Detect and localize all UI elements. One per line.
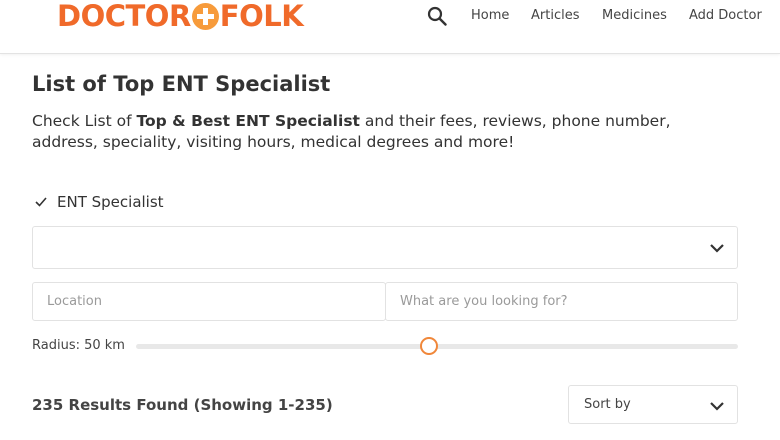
checkmark-icon bbox=[35, 197, 47, 207]
search-icon[interactable] bbox=[427, 6, 447, 26]
category-filter[interactable]: ENT Specialist bbox=[32, 193, 164, 211]
page-title: List of Top ENT Specialist bbox=[32, 72, 331, 96]
nav-add-doctor[interactable]: Add Doctor bbox=[689, 8, 762, 23]
site-header: DOCTOR FOLK Home Articles Medicines Add D… bbox=[0, 0, 780, 54]
category-select[interactable] bbox=[32, 226, 738, 269]
nav-articles[interactable]: Articles bbox=[531, 8, 579, 23]
doctorfolk-logo[interactable]: DOCTOR FOLK bbox=[57, 0, 304, 36]
category-checkbox-label: ENT Specialist bbox=[57, 193, 164, 211]
plus-icon bbox=[191, 2, 219, 30]
chevron-down-icon bbox=[710, 244, 724, 253]
category-checkbox[interactable] bbox=[32, 193, 50, 211]
desc-prefix: Check List of bbox=[32, 112, 137, 130]
desc-bold: Top & Best ENT Specialist bbox=[136, 112, 360, 130]
page-description: Check List of Top & Best ENT Specialist … bbox=[32, 111, 732, 153]
chevron-down-icon bbox=[710, 402, 724, 411]
radius-label: Radius: 50 km bbox=[32, 338, 125, 353]
nav-medicines[interactable]: Medicines bbox=[602, 8, 667, 23]
sort-by-label: Sort by bbox=[584, 397, 631, 412]
radius-slider-handle[interactable] bbox=[420, 337, 438, 355]
logo-text-doctor: DOCTOR bbox=[57, 0, 191, 33]
sort-by-dropdown[interactable]: Sort by bbox=[568, 385, 738, 424]
nav-home[interactable]: Home bbox=[471, 8, 509, 23]
location-input[interactable] bbox=[32, 282, 386, 321]
results-count: 235 Results Found (Showing 1-235) bbox=[32, 396, 333, 414]
keyword-search-input[interactable] bbox=[385, 282, 738, 321]
logo-text-folk: FOLK bbox=[219, 0, 304, 33]
